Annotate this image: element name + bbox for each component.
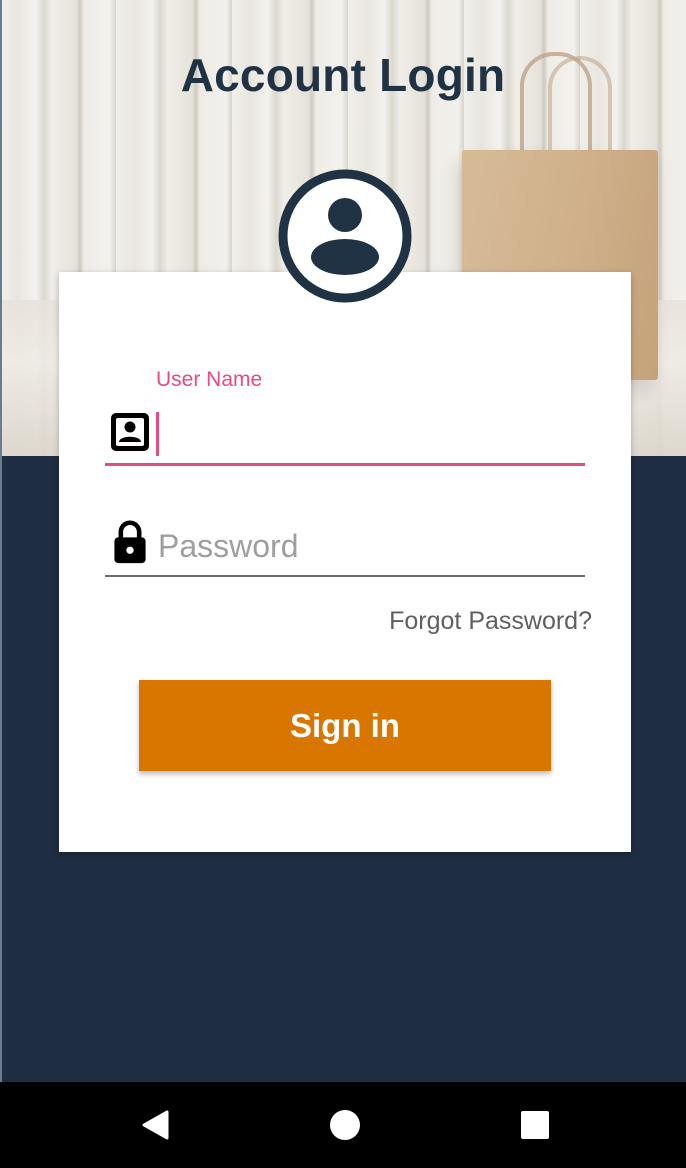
- forgot-password-link[interactable]: Forgot Password?: [389, 607, 592, 636]
- password-input[interactable]: [158, 524, 578, 568]
- android-navigation-bar: [0, 1082, 686, 1168]
- page-title: Account Login: [180, 49, 506, 101]
- login-screen: Account Login User Name Forgot Password?…: [0, 0, 686, 1168]
- nav-home-button[interactable]: [290, 1082, 400, 1168]
- left-edge-strip: [0, 0, 2, 1082]
- recents-square-icon: [521, 1111, 549, 1139]
- contact-card-icon: [111, 413, 149, 451]
- username-underline-active: [105, 463, 585, 466]
- username-label: User Name: [156, 368, 263, 391]
- home-circle-icon: [330, 1110, 360, 1140]
- text-cursor: [156, 412, 159, 456]
- lock-icon: [114, 520, 146, 564]
- password-underline: [105, 575, 585, 577]
- nav-recents-button[interactable]: [480, 1082, 590, 1168]
- username-input[interactable]: [160, 412, 580, 456]
- sign-in-button[interactable]: Sign in: [139, 680, 551, 771]
- nav-back-button[interactable]: [100, 1082, 210, 1168]
- back-triangle-icon: [142, 1110, 169, 1140]
- user-avatar-icon: [278, 169, 412, 303]
